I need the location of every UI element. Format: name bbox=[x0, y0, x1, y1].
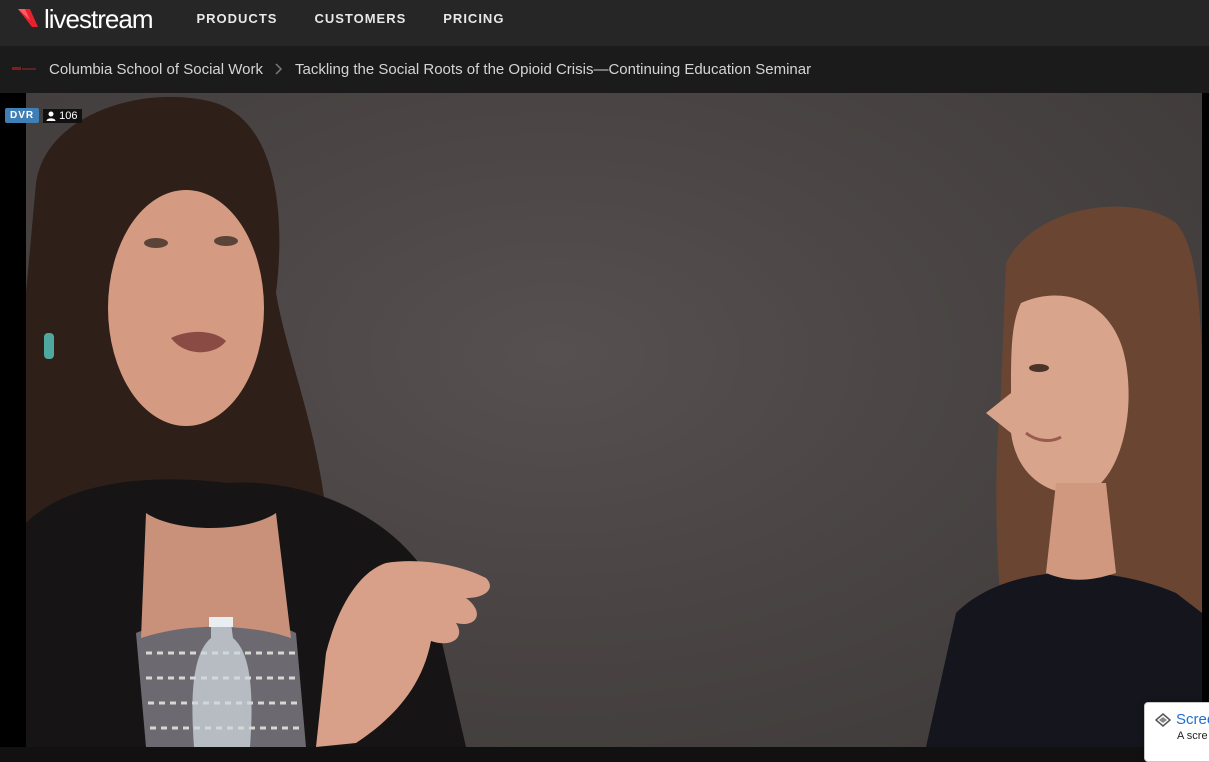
breadcrumb-event-title: Tackling the Social Roots of the Opioid … bbox=[294, 61, 812, 78]
nav-customers[interactable]: CUSTOMERS bbox=[314, 11, 406, 26]
popup-title-text: Scree bbox=[1176, 711, 1209, 728]
dvr-badge[interactable]: DVR bbox=[5, 108, 40, 123]
livestream-logo-mark-icon bbox=[18, 9, 38, 27]
nav-products[interactable]: PRODUCTS bbox=[196, 11, 277, 26]
viewer-count-badge: 106 bbox=[43, 108, 83, 123]
channel-thumbnail[interactable] bbox=[12, 62, 38, 77]
nav-pricing[interactable]: PRICING bbox=[443, 11, 504, 26]
breadcrumb-channel-link[interactable]: Columbia School of Social Work bbox=[49, 61, 263, 78]
viewer-count: 106 bbox=[59, 109, 78, 122]
player-badges: DVR 106 bbox=[5, 108, 83, 123]
person-icon bbox=[46, 111, 56, 121]
video-player[interactable]: DVR 106 bbox=[0, 93, 1209, 747]
top-navigation: livestream PRODUCTS CUSTOMERS PRICING bbox=[0, 0, 1209, 46]
popup-subtitle: A scre bbox=[1177, 730, 1208, 742]
breadcrumb-chevron-icon bbox=[275, 62, 283, 78]
breadcrumb: Columbia School of Social Work Tackling … bbox=[0, 46, 1209, 93]
popup-title[interactable]: Scree bbox=[1155, 711, 1209, 728]
livestream-logo[interactable]: livestream bbox=[16, 0, 153, 46]
logo-text: livestream bbox=[44, 3, 153, 34]
video-scene bbox=[26, 96, 1202, 747]
video-frame[interactable] bbox=[26, 93, 1202, 747]
nav-menu: PRODUCTS CUSTOMERS PRICING bbox=[196, 11, 541, 26]
screencast-popup[interactable]: Scree A scre bbox=[1144, 702, 1209, 762]
screencast-logo-icon bbox=[1155, 712, 1171, 727]
